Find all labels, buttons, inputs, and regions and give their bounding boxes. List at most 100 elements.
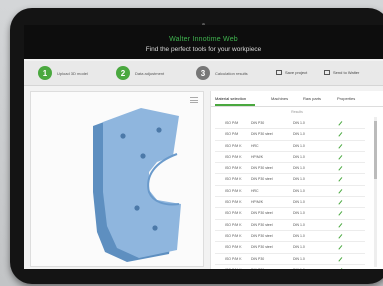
table-cell: ISO P/M K xyxy=(225,154,242,159)
table-row[interactable]: ISO P/M K HRC DIN 1.0 xyxy=(215,186,365,198)
table-cell: HRC xyxy=(251,188,259,193)
table-row[interactable]: ISO P/M K DIN P30 steel DIN 1.0 xyxy=(215,208,365,220)
app-screen: Walter Innotime Web Find the perfect too… xyxy=(24,25,383,269)
edit-icon[interactable] xyxy=(339,200,343,204)
table-row[interactable]: ISO P/M K DIN P30 DIN 1.0 xyxy=(215,265,365,269)
step-adjustment[interactable]: 2 Data adjustment xyxy=(116,65,164,81)
scrollbar[interactable] xyxy=(374,117,377,267)
wizard-steps: 1 Upload 3D model 2 Data adjustment 3 Ca… xyxy=(24,61,383,86)
edit-icon[interactable] xyxy=(339,245,343,249)
table-cell: DIN 1.0 xyxy=(293,256,305,261)
tab-material[interactable]: Material selection xyxy=(215,96,246,101)
part-hole xyxy=(120,133,126,139)
table-cell: ISO P/M K xyxy=(225,211,242,216)
results-table: ISO P/M DIN P30 DIN 1.0 ISO P/M DIN P30 stee… xyxy=(215,118,365,269)
table-row[interactable]: ISO P/M K DIN P30 steel DIN 1.0 xyxy=(215,231,365,243)
send-button[interactable]: Send to Walter xyxy=(324,70,359,75)
part-hole xyxy=(134,205,140,211)
table-row[interactable]: ISO P/M DIN P30 steel DIN 1.0 xyxy=(215,129,365,141)
app-header: Walter Innotime Web Find the perfect too… xyxy=(24,25,383,59)
edit-icon[interactable] xyxy=(339,234,343,238)
tab-properties[interactable]: Properties xyxy=(337,96,355,101)
step-number: 2 xyxy=(116,66,130,80)
table-cell: DIN 1.0 xyxy=(293,188,305,193)
edit-icon[interactable] xyxy=(339,257,343,261)
table-cell: DIN 1.0 xyxy=(293,132,305,137)
table-cell: DIN 1.0 xyxy=(293,143,305,148)
step-upload[interactable]: 1 Upload 3D model xyxy=(38,65,88,81)
save-icon xyxy=(276,70,282,75)
table-row[interactable]: ISO P/M DIN P30 DIN 1.0 xyxy=(215,118,365,130)
tab-machines[interactable]: Machines xyxy=(271,96,288,101)
part-hole xyxy=(140,153,146,159)
table-cell: DIN 1.0 xyxy=(293,233,305,238)
tab-bar: Material selection Machines Raw parts Pr… xyxy=(211,91,383,107)
table-cell: DIN 1.0 xyxy=(293,154,305,159)
tab-raw-parts[interactable]: Raw parts xyxy=(303,96,321,101)
step-label: Upload 3D model xyxy=(57,70,88,76)
table-cell: DIN P30 steel xyxy=(251,222,273,227)
table-row[interactable]: ISO P/M K DIN P30 steel DIN 1.0 xyxy=(215,242,365,254)
table-cell: HP/M/K xyxy=(251,154,264,159)
table-cell: DIN P30 xyxy=(251,268,264,269)
part-front-face xyxy=(103,108,181,258)
step-results[interactable]: 3 Calculation results xyxy=(196,65,248,81)
table-row[interactable]: ISO P/M K HRC DIN 1.0 xyxy=(215,141,365,152)
table-row[interactable]: ISO P/M K HP/M/K DIN 1.0 xyxy=(215,152,365,164)
table-row[interactable]: ISO P/M K HP/M/K DIN 1.0 xyxy=(215,197,365,209)
table-cell: ISO P/M K xyxy=(225,143,242,148)
table-cell: ISO P/M K xyxy=(225,166,242,171)
table-cell: DIN 1.0 xyxy=(293,245,305,250)
save-project-label: Save project xyxy=(285,70,308,75)
edit-icon[interactable] xyxy=(339,223,343,227)
table-cell: ISO P/M K xyxy=(225,200,242,205)
table-cell: DIN 1.0 xyxy=(293,200,305,205)
edit-icon[interactable] xyxy=(339,177,343,181)
table-row[interactable]: ISO P/M K DIN P30 steel DIN 1.0 xyxy=(215,163,365,175)
table-cell: DIN 1.0 xyxy=(293,268,305,269)
table-cell: ISO P/M K xyxy=(225,222,242,227)
table-cell: ISO P/M K xyxy=(225,177,242,182)
step-label: Calculation results xyxy=(215,70,248,76)
table-cell: ISO P/M K xyxy=(225,256,242,261)
send-icon xyxy=(324,70,330,75)
table-cell: DIN P30 xyxy=(251,256,265,261)
edit-icon[interactable] xyxy=(339,166,343,170)
edit-icon[interactable] xyxy=(339,155,343,159)
edit-icon[interactable] xyxy=(339,268,343,269)
table-row[interactable]: ISO P/M K DIN P30 DIN 1.0 xyxy=(215,254,365,265)
table-cell: ISO P/M K xyxy=(225,245,242,250)
table-row[interactable]: ISO P/M K DIN P30 steel DIN 1.0 xyxy=(215,220,365,231)
results-panel: Material selection Machines Raw parts Pr… xyxy=(210,91,383,269)
3d-model-viewer[interactable] xyxy=(30,91,204,267)
table-subheader: Results xyxy=(291,110,303,114)
edit-icon[interactable] xyxy=(339,121,343,125)
part-model xyxy=(93,108,181,262)
edit-icon[interactable] xyxy=(339,211,343,215)
edit-icon[interactable] xyxy=(339,144,343,148)
edit-icon[interactable] xyxy=(339,132,343,136)
table-cell: HRC xyxy=(251,143,259,148)
table-cell: DIN 1.0 xyxy=(293,166,305,171)
table-row[interactable]: ISO P/M K DIN P30 steel DIN 1.0 xyxy=(215,174,365,186)
table-cell: ISO P/M K xyxy=(225,188,242,193)
table-cell: DIN P30 steel xyxy=(251,233,273,238)
table-cell: DIN P30 xyxy=(251,121,265,125)
table-cell: HP/M/K xyxy=(251,200,264,205)
table-cell: ISO P/M xyxy=(225,121,239,125)
active-tab-indicator xyxy=(215,104,255,106)
table-cell: DIN 1.0 xyxy=(293,211,305,216)
save-project-button[interactable]: Save project xyxy=(276,70,307,75)
step-number: 1 xyxy=(38,66,52,80)
table-cell: ISO P/M K xyxy=(225,233,242,238)
table-cell: DIN P30 steel xyxy=(251,132,273,137)
edit-icon[interactable] xyxy=(339,189,343,193)
menu-icon[interactable] xyxy=(190,97,198,103)
step-number: 3 xyxy=(196,66,210,80)
table-cell: ISO P/M xyxy=(225,132,239,137)
app-subtitle: Find the perfect tools for your workpiec… xyxy=(145,46,262,53)
send-label: Send to Walter xyxy=(333,70,360,75)
scrollbar-thumb[interactable] xyxy=(374,121,377,179)
table-cell: DIN 1.0 xyxy=(293,177,305,182)
part-hole xyxy=(152,225,158,231)
